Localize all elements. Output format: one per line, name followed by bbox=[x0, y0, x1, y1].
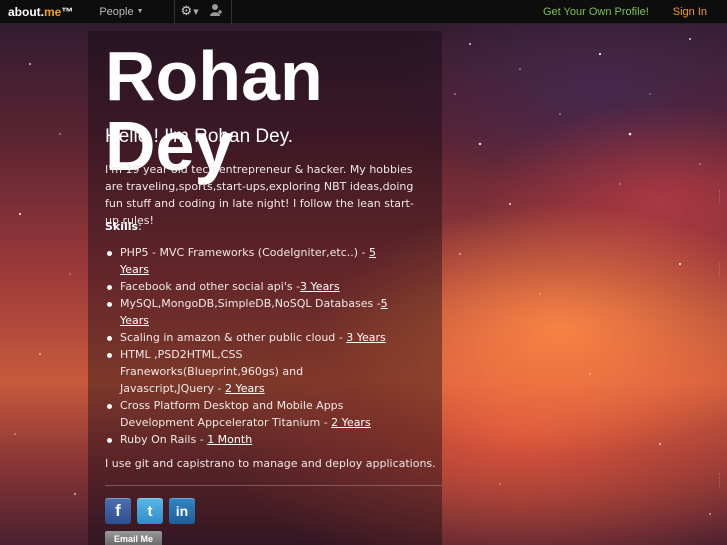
settings-menu[interactable]: ⚙ ▼ bbox=[181, 4, 199, 19]
skill-text: HTML ,PSD2HTML,CSS Franeworks(Blueprint,… bbox=[120, 348, 304, 395]
scroll-hint bbox=[719, 190, 725, 204]
profile-card: Rohan Dey Hello ! I'm Rohan Dey. I'm 19 … bbox=[88, 31, 442, 545]
skill-text: Ruby On Rails - bbox=[120, 433, 208, 446]
top-navigation-bar: about.me™ People ▼ ⚙ ▼ Get Your Own Prof… bbox=[0, 0, 727, 24]
skill-duration-link[interactable]: 2 Years bbox=[331, 416, 371, 429]
skills-list: PHP5 - MVC Frameworks (CodeIgniter,etc..… bbox=[105, 244, 395, 448]
social-links: f t in bbox=[105, 498, 195, 524]
skill-text: Scaling in amazon & other public cloud - bbox=[120, 331, 347, 344]
profile-bio: I'm 19 year old tech entrepreneur & hack… bbox=[105, 163, 414, 227]
skills-heading-label: Skills bbox=[105, 220, 139, 233]
nav-divider bbox=[230, 0, 232, 24]
email-me-button[interactable]: Email Me bbox=[105, 531, 162, 545]
skill-text: Cross Platform Desktop and Mobile Apps D… bbox=[120, 399, 344, 429]
tools-line: I use git and capistrano to manage and d… bbox=[105, 457, 436, 470]
get-own-profile-link[interactable]: Get Your Own Profile! bbox=[543, 6, 649, 18]
skill-text: PHP5 - MVC Frameworks (CodeIgniter,etc..… bbox=[120, 246, 369, 259]
skill-duration-link[interactable]: 2 Years bbox=[225, 382, 265, 395]
chevron-down-icon: ▼ bbox=[193, 7, 199, 16]
skill-duration-link[interactable]: 3 Years bbox=[300, 280, 340, 293]
list-item: PHP5 - MVC Frameworks (CodeIgniter,etc..… bbox=[105, 244, 395, 278]
skills-heading: Skills: bbox=[105, 220, 142, 233]
logo-trademark: ™ bbox=[61, 4, 74, 19]
list-item: Ruby On Rails - 1 Month bbox=[105, 431, 395, 448]
scroll-hint bbox=[719, 473, 725, 487]
list-item: Cross Platform Desktop and Mobile Apps D… bbox=[105, 397, 395, 431]
people-menu[interactable]: People ▼ bbox=[99, 6, 143, 18]
facebook-icon[interactable]: f bbox=[105, 498, 131, 524]
skill-duration-link[interactable]: 3 Years bbox=[346, 331, 386, 344]
section-divider bbox=[105, 485, 442, 486]
logo-prefix: about. bbox=[8, 4, 44, 19]
nav-divider bbox=[173, 0, 175, 24]
user-icon[interactable] bbox=[209, 3, 223, 20]
skill-duration-link[interactable]: 1 Month bbox=[207, 433, 252, 446]
about-me-logo[interactable]: about.me™ bbox=[8, 5, 73, 19]
list-item: Facebook and other social api's -3 Years bbox=[105, 278, 395, 295]
chevron-down-icon: ▼ bbox=[136, 8, 144, 15]
list-item: HTML ,PSD2HTML,CSS Franeworks(Blueprint,… bbox=[105, 346, 395, 397]
gear-icon: ⚙ bbox=[180, 4, 193, 19]
skill-text: MySQL,MongoDB,SimpleDB,NoSQL Databases - bbox=[120, 297, 381, 310]
logo-me: me bbox=[44, 4, 62, 19]
profile-name: Rohan Dey bbox=[105, 37, 323, 185]
list-item: Scaling in amazon & other public cloud -… bbox=[105, 329, 395, 346]
people-menu-label: People bbox=[99, 5, 134, 18]
list-item: MySQL,MongoDB,SimpleDB,NoSQL Databases -… bbox=[105, 295, 395, 329]
sign-in-link[interactable]: Sign In bbox=[673, 6, 707, 18]
twitter-icon[interactable]: t bbox=[137, 498, 163, 524]
skills-heading-colon: : bbox=[138, 220, 142, 233]
skill-text: Facebook and other social api's - bbox=[120, 280, 301, 293]
linkedin-icon[interactable]: in bbox=[169, 498, 195, 524]
scroll-hint bbox=[719, 263, 725, 277]
profile-headline: Hello ! I'm Rohan Dey. bbox=[105, 126, 294, 147]
